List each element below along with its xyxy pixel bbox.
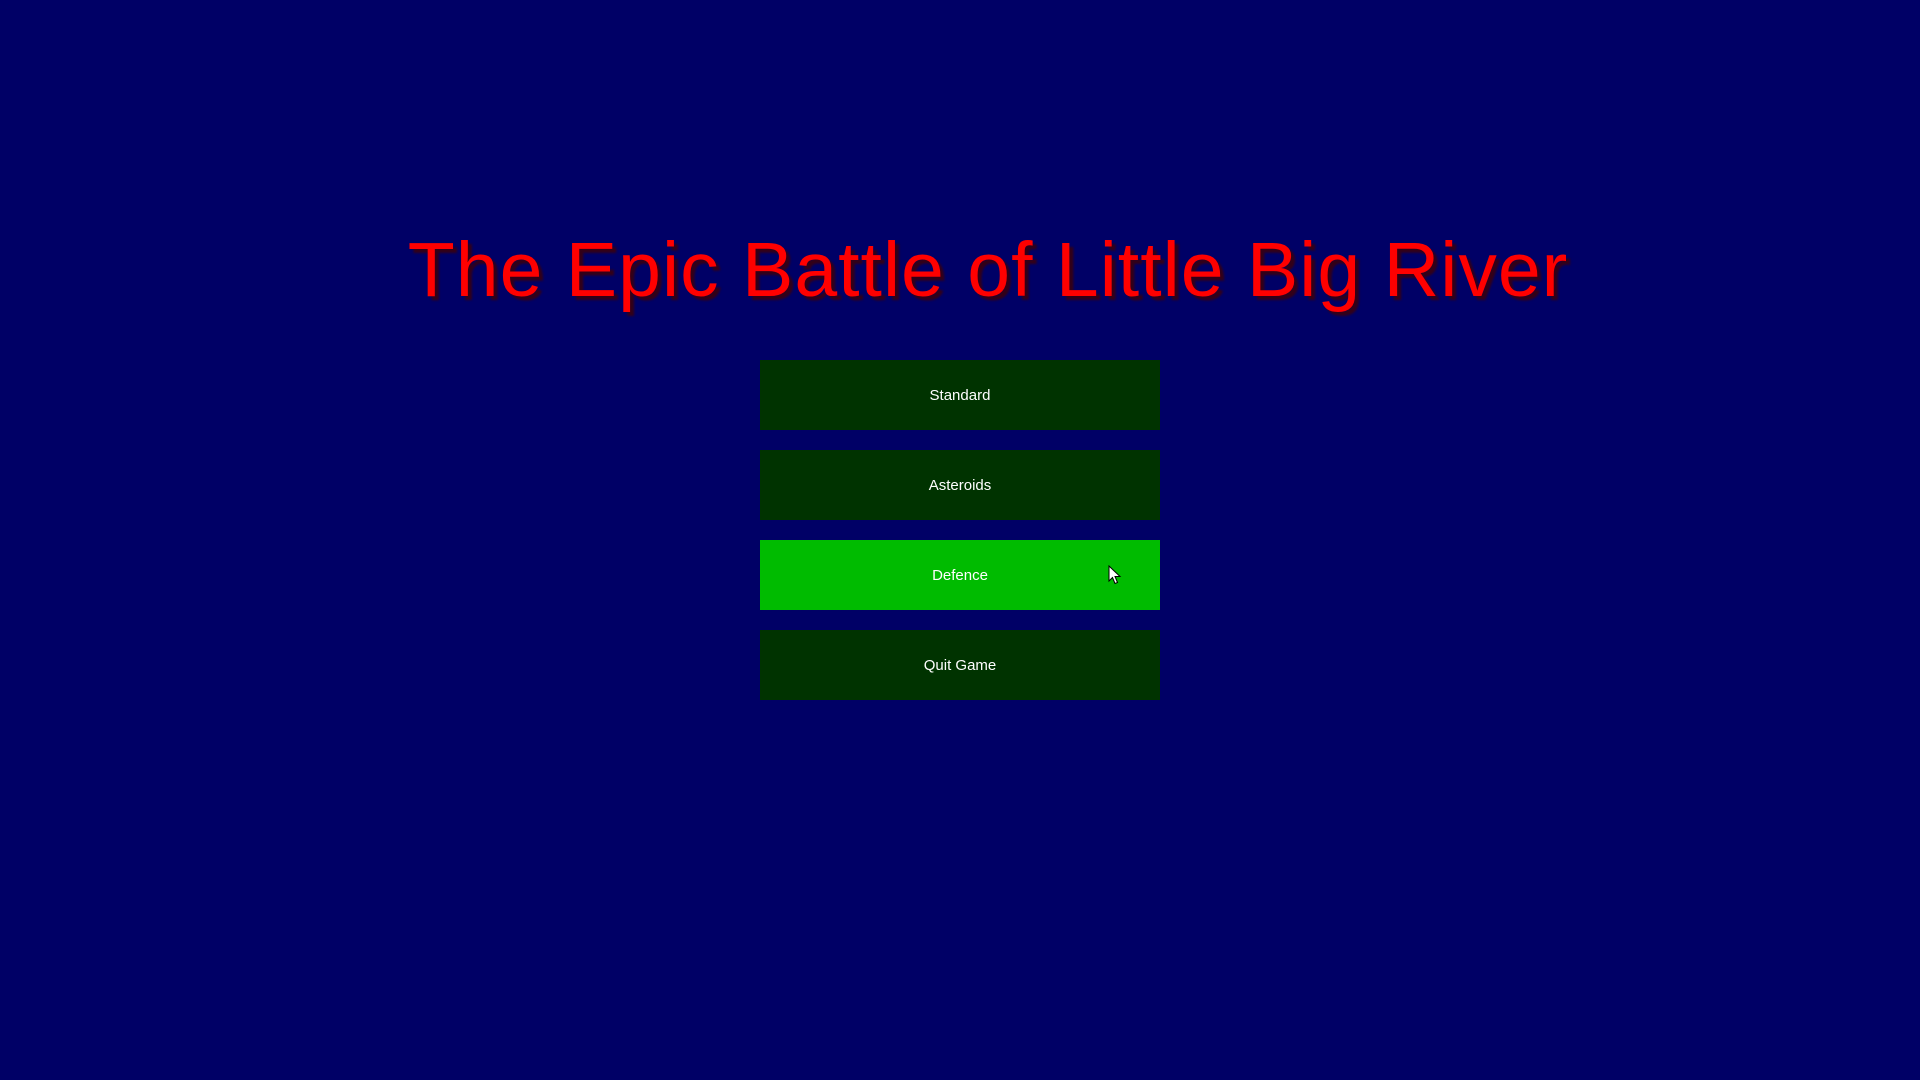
defence-button-label: Defence <box>932 566 988 584</box>
main-menu: Standard Asteroids Defence Quit Game <box>760 360 1160 720</box>
mouse-pointer-icon <box>1108 565 1122 585</box>
quit-game-button[interactable]: Quit Game <box>760 630 1160 700</box>
asteroids-button[interactable]: Asteroids <box>760 450 1160 520</box>
quit-game-button-label: Quit Game <box>923 656 997 674</box>
defence-button[interactable]: Defence <box>760 540 1160 610</box>
standard-button-label: Standard <box>929 386 991 404</box>
standard-button[interactable]: Standard <box>760 360 1160 430</box>
game-title: The Epic Battle of Little Big River <box>407 227 1569 313</box>
asteroids-button-label: Asteroids <box>928 476 992 494</box>
